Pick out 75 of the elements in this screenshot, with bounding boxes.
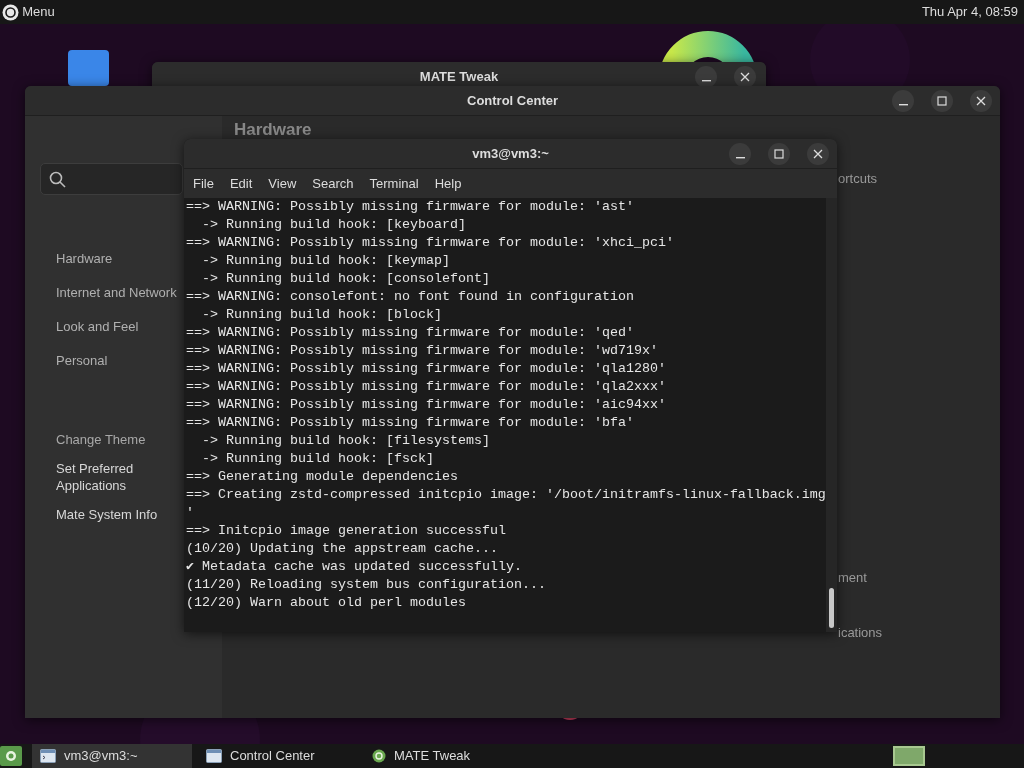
category-link[interactable]: Look and Feel [40,310,139,344]
terminal-line: ✔ Metadata cache was updated successfully. [185,558,523,576]
terminal-line: (11/20) Reloading system bus configuration... [185,576,547,594]
maximize-icon [774,149,784,159]
window-title: MATE Tweak [419,68,499,86]
sidebar-item[interactable]: Set Preferred Applications [40,454,165,500]
minimize-icon [898,104,908,106]
terminal-line: -> Running build hook: [keymap] [201,252,451,270]
terminal-line: ==> WARNING: Possibly missing firmware for module: 'qla1280' [185,360,667,378]
taskbar-button[interactable]: Control Center [198,744,358,768]
terminal-line: (12/20) Warn about old perl modules [185,594,467,612]
menu-item[interactable]: Terminal [369,173,419,194]
sidebar-item[interactable]: Mate System Info [40,500,158,529]
terminal-line: ==> WARNING: Possibly missing firmware for module: 'xhci_pci' [185,234,675,252]
terminal-line: (10/20) Updating the appstream cache... [185,540,499,558]
category-link[interactable]: Internet and Network [40,276,177,310]
terminal-line: -> Running build hook: [filesystems] [201,432,491,450]
minimize-button[interactable] [892,90,914,112]
close-icon [976,96,986,106]
menu-item[interactable]: Search [312,173,354,194]
item-label[interactable]: ications [838,623,883,643]
terminal-line: ==> Generating module dependencies [185,468,459,486]
minimize-button[interactable] [729,143,751,165]
clock[interactable]: Thu Apr 4, 08:59 [921,2,1018,22]
taskbar-button[interactable]: vm3@vm3:~ [32,744,192,768]
terminal-line: ' [185,504,195,522]
terminal-line: ==> WARNING: Possibly missing firmware for module: 'ast' [185,198,635,216]
app-icon [372,749,386,763]
terminal-line: ==> WARNING: Possibly missing firmware for module: 'bfa' [185,414,635,432]
terminal-line: ==> Creating zstd-compressed initcpio image: '/boot/initramfs-linux-fallback.img [185,486,827,504]
menu-item[interactable]: File [193,173,214,194]
menu-item[interactable]: Help [434,173,462,194]
terminal-line: ==> WARNING: Possibly missing firmware for module: 'qed' [185,324,635,342]
maximize-button[interactable] [931,90,953,112]
terminal-line: ==> WARNING: Possibly missing firmware for module: 'aic94xx' [185,396,667,414]
close-button[interactable] [734,66,756,88]
minimize-icon [701,80,711,82]
sidebar-item[interactable]: Change Theme [40,425,146,454]
window-title: vm3@vm3:~ [472,145,549,163]
close-icon [813,149,823,159]
minimize-button[interactable] [695,66,717,88]
taskbar-button[interactable]: MATE Tweak [364,744,524,768]
menu-logo-icon [5,750,17,762]
start-button[interactable] [0,746,22,766]
terminal-line: ==> WARNING: consolefont: no font found in configuration [185,288,635,306]
terminal-line: ==> WARNING: Possibly missing firmware for module: 'qla2xxx' [185,378,667,396]
minimize-icon [735,157,745,159]
terminal-line: -> Running build hook: [consolefont] [201,270,491,288]
menu-button[interactable]: Menu [22,2,55,22]
category-link[interactable]: Hardware [40,242,113,276]
workspace-switcher[interactable] [893,746,925,766]
scrollbar-thumb[interactable] [829,588,834,628]
window-icon [40,749,56,763]
close-button[interactable] [970,90,992,112]
menu-logo-icon[interactable] [2,3,19,21]
maximize-button[interactable] [768,143,790,165]
scrollbar[interactable] [826,198,837,632]
terminal-line: -> Running build hook: [fsck] [201,450,435,468]
search-field[interactable] [40,163,183,195]
category-link[interactable]: Personal [40,344,108,378]
item-label[interactable]: ment [838,568,867,588]
terminal-line: ==> WARNING: Possibly missing firmware for module: 'wd719x' [185,342,659,360]
close-icon [740,72,750,82]
maximize-icon [937,96,947,106]
terminal-line: -> Running build hook: [keyboard] [201,216,467,234]
window-icon [206,749,222,763]
search-icon [49,170,66,188]
terminal-line: -> Running build hook: [block] [201,306,443,324]
close-button[interactable] [807,143,829,165]
window-title: Control Center [467,92,558,110]
item-label[interactable]: ortcuts [838,169,877,189]
terminal-line: ==> Initcpio image generation successful [185,522,507,540]
menu-item[interactable]: View [268,173,297,194]
menu-item[interactable]: Edit [229,173,253,194]
section-heading: Hardware [234,119,312,141]
